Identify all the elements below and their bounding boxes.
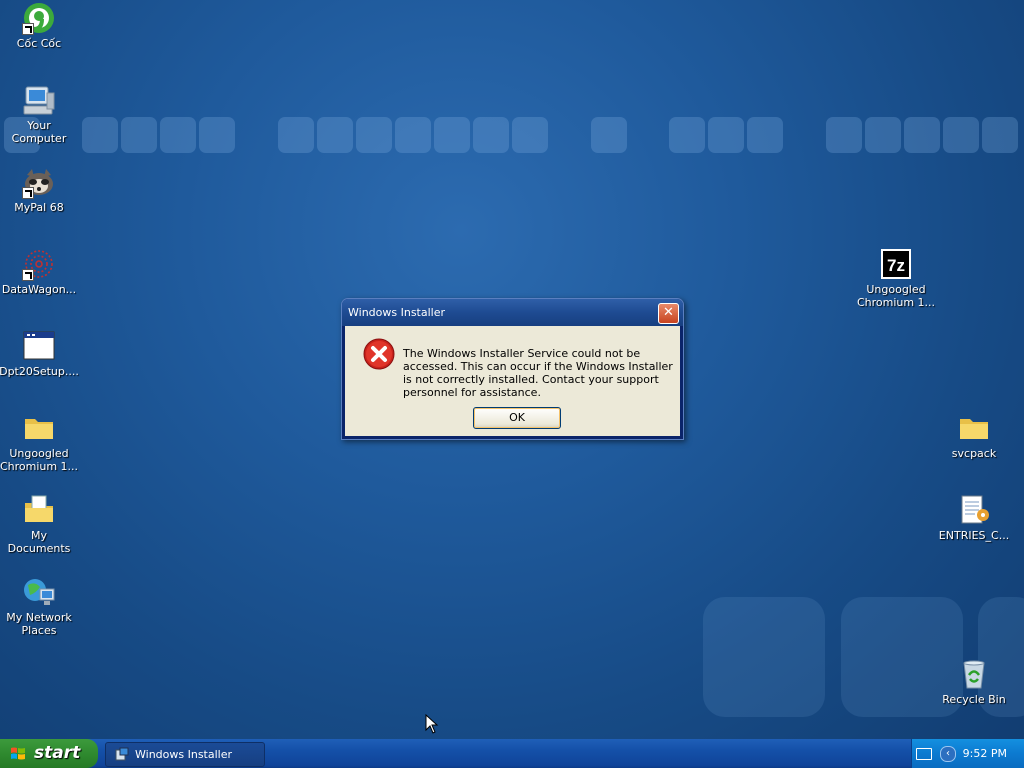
dialog-body: The Windows Installer Service could not … [345,326,680,436]
clock[interactable]: 9:52 PM [963,747,1007,760]
7zip-archive-icon: 7z [879,247,913,281]
desktop-icon-recycle-bin[interactable]: Recycle Bin [934,657,1014,706]
desktop-icon-mypal[interactable]: MyPal 68 [0,165,79,214]
system-tray: ‹ 9:52 PM [911,739,1024,768]
notepad-file-icon [957,493,991,527]
desktop-icon-label: ENTRIES_C... [938,529,1010,542]
wallpaper-square [703,597,825,717]
shortcut-arrow-icon [22,269,34,281]
desktop-icon-label: DataWagon... [1,283,77,296]
dialog-title: Windows Installer [348,306,446,319]
desktop-icon-my-network-places[interactable]: My Network Places [0,575,79,637]
my-documents-icon [22,493,56,527]
show-hidden-icons-chevron-icon[interactable]: ‹ [940,746,956,762]
desktop-icon-dpt20setup[interactable]: Dpt20Setup.... [0,329,79,378]
desktop-icon-coc-coc[interactable]: Cốc Cốc [0,1,79,50]
desktop-icon-label: Ungoogled Chromium 1... [0,447,79,473]
desktop-icon-label: Recycle Bin [942,693,1006,706]
setup-window-icon [22,329,56,363]
desktop-icon-entries[interactable]: ENTRIES_C... [934,493,1014,542]
start-label: start [34,743,81,763]
taskbar: start Windows Installer ‹ 9:52 PM [0,739,1024,768]
ok-button[interactable]: OK [473,407,561,429]
desktop-icon-label: Ungoogled Chromium 1... [856,283,936,309]
desktop-icon-label: svcpack [951,447,997,460]
taskbar-item-windows-installer[interactable]: Windows Installer [105,742,265,767]
desktop-icon-label: Cốc Cốc [16,37,62,50]
desktop-icon-ungoogled-chromium-archive[interactable]: 7z Ungoogled Chromium 1... [856,247,936,309]
close-icon: ✕ [663,305,674,320]
svg-text:7z: 7z [887,256,905,275]
error-message: The Windows Installer Service could not … [403,347,673,399]
desktop-icon-label: MyPal 68 [14,201,64,214]
folder-icon [957,411,991,445]
desktop-icon-datawagon[interactable]: DataWagon... [0,247,79,296]
desktop-icon-label: My Network Places [6,611,72,637]
mouse-cursor-icon [425,714,439,734]
windows-flag-icon [11,747,25,760]
shortcut-arrow-icon [22,187,34,199]
dialog-titlebar[interactable]: Windows Installer ✕ [342,299,683,326]
error-icon [363,338,395,370]
datawagon-icon [22,247,56,281]
desktop-icon-your-computer[interactable]: Your Computer [0,83,79,145]
mypal-icon [22,165,56,199]
recycle-bin-icon [957,657,991,691]
desktop-icon-label: Dpt20Setup.... [0,365,79,378]
folder-icon [22,411,56,445]
desktop-icon-svcpack[interactable]: svcpack [934,411,1014,460]
desktop-icon-label: My Documents [7,529,71,555]
close-button[interactable]: ✕ [658,303,679,324]
computer-icon [22,83,56,117]
shortcut-arrow-icon [22,23,34,35]
desktop-icon-my-documents[interactable]: My Documents [0,493,79,555]
taskbar-item-label: Windows Installer [135,748,233,761]
start-button[interactable]: start [0,739,98,768]
wallpaper-squares [0,117,1024,153]
desktop-icon-ungoogled-chromium-folder[interactable]: Ungoogled Chromium 1... [0,411,79,473]
keyboard-icon[interactable] [916,748,932,760]
coc-coc-icon [22,1,56,35]
windows-installer-dialog: Windows Installer ✕ The Windows Installe… [341,298,684,440]
desktop-icon-label: Your Computer [11,119,67,145]
network-places-icon [22,575,56,609]
installer-icon [115,747,129,761]
